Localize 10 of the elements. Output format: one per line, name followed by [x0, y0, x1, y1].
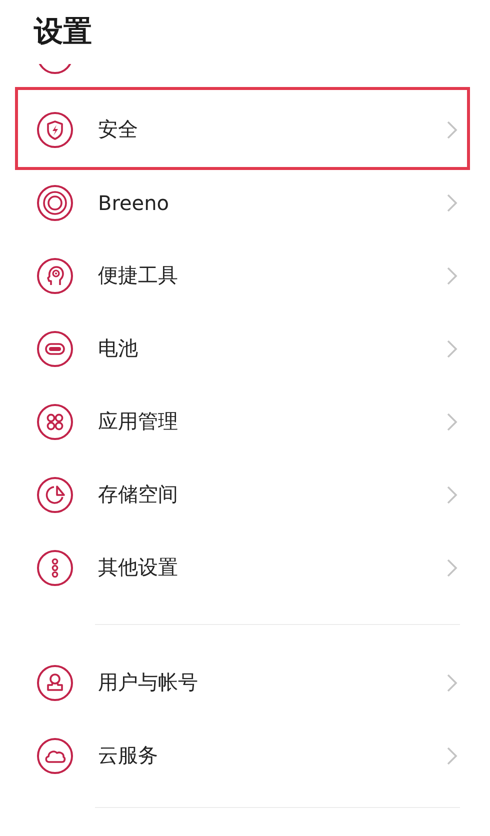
- settings-item[interactable]: 安全: [0, 93, 490, 166]
- settings-item[interactable]: 其他设置: [0, 531, 490, 604]
- settings-item[interactable]: 应用管理: [0, 385, 490, 458]
- settings-item[interactable]: 电池: [0, 312, 490, 385]
- settings-item[interactable]: Breeno: [0, 166, 490, 239]
- settings-item[interactable]: 存储空间: [0, 458, 490, 531]
- settings-item[interactable]: 用户与帐号: [0, 646, 490, 719]
- page-title: 设置: [32, 13, 93, 48]
- settings-item[interactable]: 云服务: [0, 719, 490, 792]
- settings-item[interactable]: 便捷工具: [0, 239, 490, 312]
